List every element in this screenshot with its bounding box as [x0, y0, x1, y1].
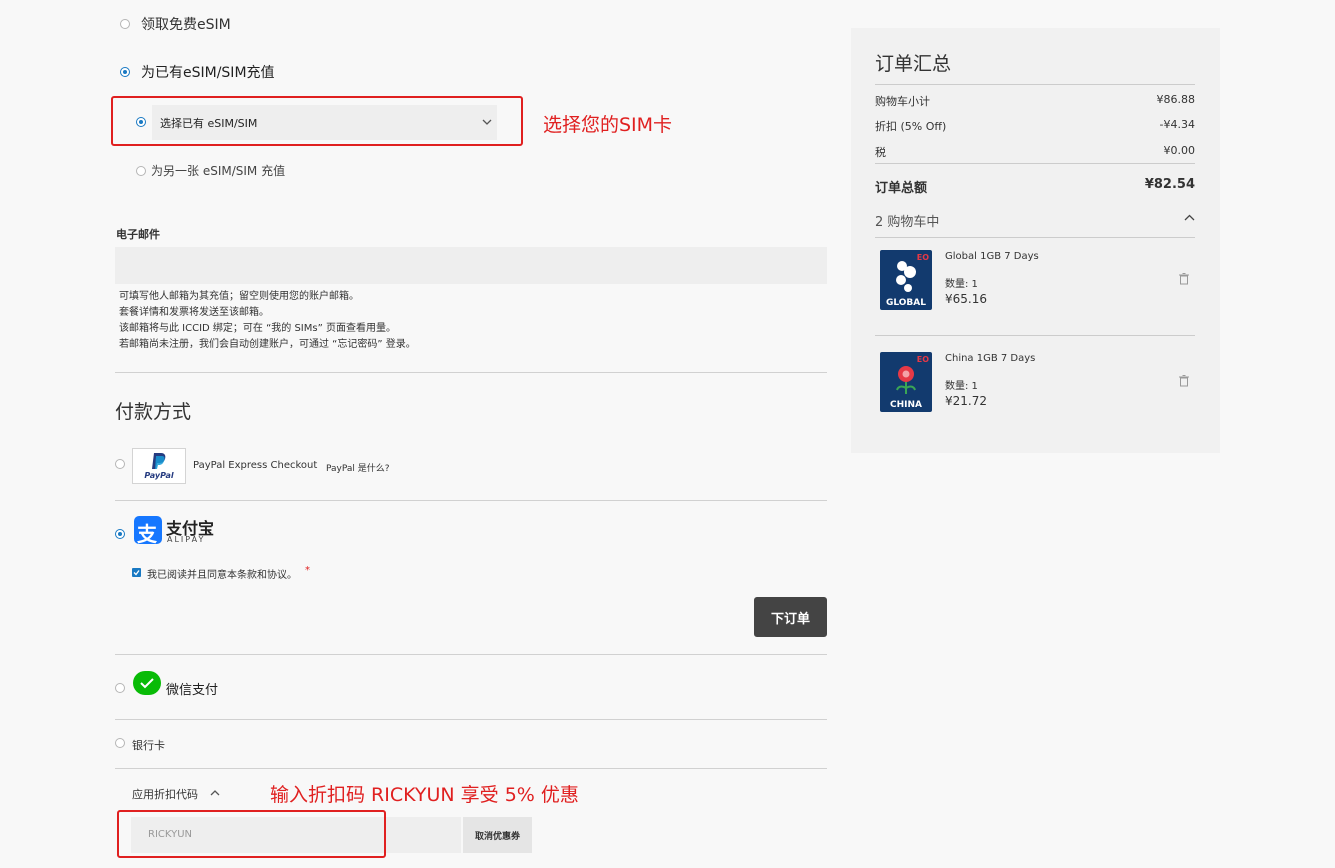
wechat-icon [133, 671, 161, 695]
tax-value: ¥0.00 [1163, 144, 1196, 157]
cart-item-price: ¥65.16 [945, 292, 987, 306]
tax-row: 税 ¥0.00 [875, 144, 1195, 160]
divider [115, 768, 827, 769]
email-input[interactable] [115, 247, 827, 284]
global-sim-card-image: EO GLOBAL [880, 250, 932, 310]
chevron-up-icon[interactable] [1184, 214, 1195, 221]
total-row: 订单总额 ¥82.54 [875, 177, 1195, 196]
paypal-what-link[interactable]: PayPal 是什么? [326, 461, 390, 474]
cart-item-price: ¥21.72 [945, 394, 987, 408]
email-note: 该邮箱将与此 ICCID 绑定；可在 “我的 SIMs” 页面查看用量。 [119, 323, 396, 334]
agree-text: 我已阅读并且同意本条款和协议。 [147, 570, 297, 581]
divider [115, 719, 827, 720]
discount-row: 折扣 (5% Off) -¥4.34 [875, 118, 1195, 134]
topup-other-radio[interactable] [136, 166, 146, 176]
subtotal-value: ¥86.88 [1156, 93, 1196, 106]
trash-icon[interactable] [1179, 375, 1189, 387]
divider [875, 84, 1195, 85]
email-notes: 可填写他人邮箱为其充值；留空则使用您的账户邮箱。 套餐详情和发票将发送至该邮箱。… [119, 289, 416, 353]
topup-existing-label: 为已有eSIM/SIM充值 [141, 65, 275, 81]
cancel-coupon-button[interactable]: 取消优惠券 [463, 817, 532, 853]
place-order-button[interactable]: 下订单 [754, 597, 827, 637]
divider [115, 654, 827, 655]
wechat-radio[interactable] [115, 683, 125, 693]
paypal-icon [152, 453, 166, 469]
total-value: ¥82.54 [1144, 177, 1195, 192]
subtotal-row: 购物车小计 ¥86.88 [875, 93, 1195, 109]
email-note: 可填写他人邮箱为其充值；留空则使用您的账户邮箱。 [119, 291, 359, 302]
bank-card-radio[interactable] [115, 738, 125, 748]
wechat-check-icon [140, 678, 154, 689]
cart-item-qty: 数量: 1 [945, 381, 978, 392]
bank-card-label: 银行卡 [132, 739, 165, 752]
trash-icon[interactable] [1179, 273, 1189, 285]
email-note: 套餐详情和发票将发送至该邮箱。 [119, 307, 269, 318]
cart-count[interactable]: 2 购物车中 [875, 211, 939, 230]
annotation-select-sim: 选择您的SIM卡 [543, 114, 673, 136]
divider [115, 500, 827, 501]
topup-other-label: 为另一张 eSIM/SIM 充值 [151, 164, 286, 178]
total-label: 订单总额 [875, 181, 928, 196]
topup-existing-radio[interactable] [120, 67, 130, 77]
paypal-label: PayPal Express Checkout [193, 460, 318, 471]
email-label: 电子邮件 [116, 228, 160, 241]
paypal-radio[interactable] [115, 459, 125, 469]
cart-item-qty: 数量: 1 [945, 279, 978, 290]
discount-value: -¥4.34 [1159, 118, 1195, 131]
flower-icon [896, 366, 916, 394]
alipay-icon: 支 [134, 516, 162, 546]
check-icon [133, 570, 140, 576]
summary-title: 订单汇总 [875, 53, 952, 75]
card-label: CHINA [890, 400, 922, 410]
divider [115, 372, 827, 373]
china-sim-card-image: EO CHINA [880, 352, 932, 412]
wechat-label: 微信支付 [166, 683, 219, 698]
email-note: 若邮箱尚未注册，我们会自动创建账户，可通过 “忘记密码” 登录。 [119, 339, 416, 350]
free-esim-radio[interactable] [120, 19, 130, 29]
payment-title: 付款方式 [115, 401, 192, 423]
globe-icon [896, 261, 916, 292]
alipay-radio[interactable] [115, 529, 125, 539]
required-mark: * [305, 565, 310, 576]
agree-checkbox[interactable] [132, 568, 141, 577]
paypal-logo: PayPal [132, 448, 186, 484]
divider [875, 237, 1195, 238]
discount-toggle[interactable]: 应用折扣代码 [132, 786, 198, 802]
cart-item-name[interactable]: Global 1GB 7 Days [945, 251, 1039, 262]
subtotal-label: 购物车小计 [875, 95, 930, 108]
tax-label: 税 [875, 146, 886, 159]
discount-label: 折扣 (5% Off) [875, 120, 947, 133]
divider [875, 163, 1195, 164]
annotation-box-sim [111, 96, 523, 146]
annotation-enter-code: 输入折扣码 RICKYUN 享受 5% 优惠 [270, 784, 579, 806]
alipay-name-en: ALIPAY [167, 535, 206, 544]
card-label: GLOBAL [885, 298, 926, 308]
chevron-up-icon[interactable] [210, 789, 220, 796]
cart-item-name[interactable]: China 1GB 7 Days [945, 353, 1035, 364]
annotation-box-code [117, 810, 386, 858]
paypal-logo-text: PayPal [144, 471, 174, 480]
divider [875, 335, 1195, 336]
free-esim-label: 领取免费eSIM [141, 17, 231, 33]
